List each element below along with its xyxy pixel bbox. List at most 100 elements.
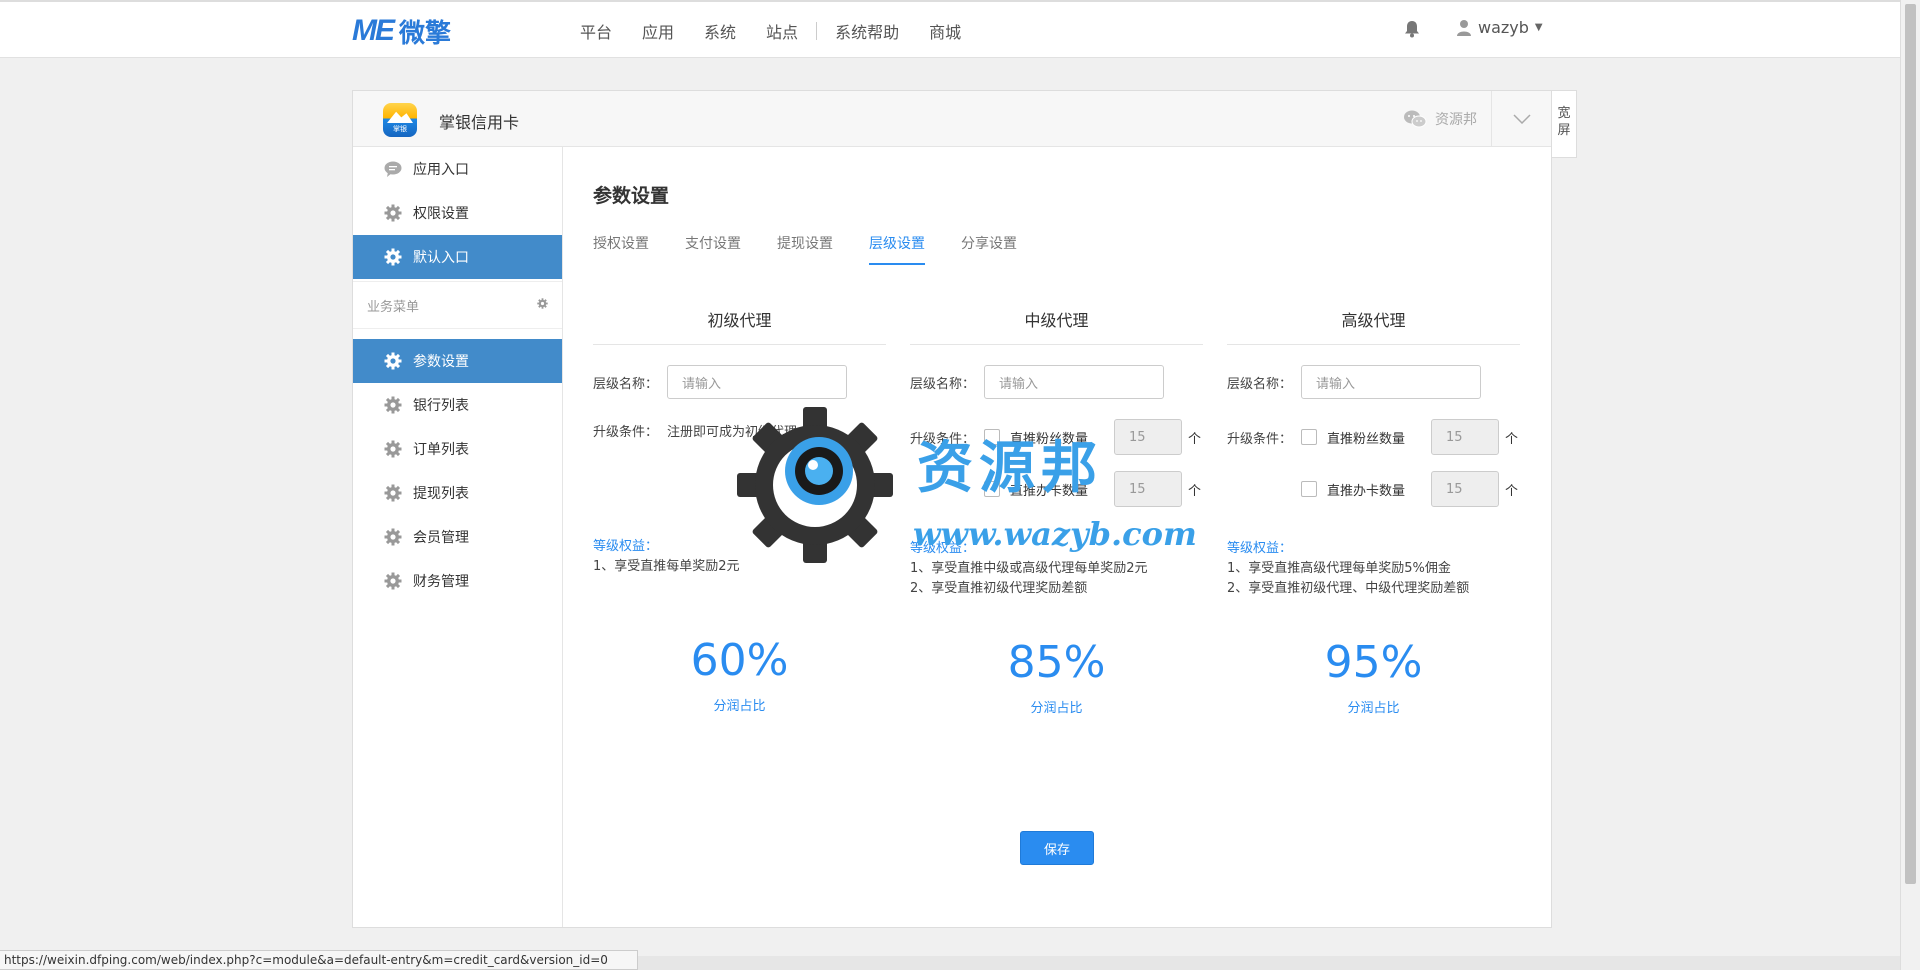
benefit-list: 1、享受直推中级或高级代理每单奖励2元 2、享受直推初级代理奖励差额 [910, 559, 1148, 599]
tab-share[interactable]: 分享设置 [961, 233, 1017, 265]
fans-checkbox[interactable] [1301, 429, 1317, 445]
scrollbar-thumb[interactable] [1905, 4, 1916, 884]
nav-site[interactable]: 站点 [766, 19, 798, 43]
benefit-item: 1、享受直推每单奖励2元 [593, 559, 740, 574]
gear-icon [383, 351, 403, 371]
nav-divider [816, 22, 818, 40]
level-name-input[interactable]: 请输入 [984, 365, 1164, 399]
benefit-list: 1、享受直推高级代理每单奖励5%佣金 2、享受直推初级代理、中级代理奖励差额 [1227, 559, 1469, 599]
chevron-down-icon [1512, 114, 1531, 124]
app-logo: 掌银 [383, 103, 417, 137]
sidebar-item-label: 提现列表 [413, 486, 469, 502]
gear-icon [383, 439, 403, 459]
we7-logo[interactable]: ME 微擎 [352, 14, 451, 49]
gear-icon [383, 247, 403, 267]
cards-label: 直推办卡数量 [1327, 483, 1406, 499]
share-percent: 95% [1324, 637, 1423, 688]
fans-label: 直推粉丝数量 [1327, 431, 1406, 447]
module-sidebar: 应用入口 权限设置 默认入口 业务菜单 参数设置 银行列表 订单列表 提现列表 … [353, 147, 563, 927]
bell-icon[interactable] [1404, 20, 1420, 38]
nav-store[interactable]: 商城 [929, 19, 961, 43]
field-label: 升级条件： [593, 425, 659, 440]
sidebar-item-orders[interactable]: 订单列表 [353, 427, 562, 471]
gear-icon [383, 483, 403, 503]
benefit-title: 等级权益： [593, 539, 659, 554]
sidebar-item-members[interactable]: 会员管理 [353, 515, 562, 559]
level-title: 高级代理 [1227, 307, 1520, 345]
tab-withdraw[interactable]: 提现设置 [777, 233, 833, 265]
logo-mark: ME [352, 14, 395, 47]
share-percent: 85% [1007, 637, 1106, 688]
field-label: 层级名称： [593, 376, 659, 392]
top-navbar: ME 微擎 平台 应用 系统 站点 系统帮助 商城 wazyb ▼ [0, 0, 1900, 58]
share-percent-label: 分润占比 [1030, 701, 1083, 716]
unit-label: 个 [1505, 483, 1519, 499]
gear-icon [383, 203, 403, 223]
watermark-gear-icon [737, 407, 893, 563]
fans-count-input[interactable]: 15 [1431, 419, 1499, 455]
username: wazyb [1478, 18, 1529, 37]
user-icon [1457, 19, 1471, 36]
field-label: 层级名称： [910, 376, 976, 392]
field-label: 层级名称： [1227, 376, 1293, 392]
unit-label: 个 [1505, 431, 1519, 447]
vertical-scrollbar[interactable] [1900, 0, 1920, 970]
cards-count-input[interactable]: 15 [1431, 471, 1499, 507]
nav-platform[interactable]: 平台 [580, 19, 612, 43]
sidebar-item-app-entry[interactable]: 应用入口 [353, 147, 562, 191]
account-name: 资源邦 [1435, 112, 1477, 128]
tab-auth[interactable]: 授权设置 [593, 233, 649, 265]
sidebar-item-banks[interactable]: 银行列表 [353, 383, 562, 427]
level-name-input[interactable]: 请输入 [1301, 365, 1481, 399]
sidebar-item-permissions[interactable]: 权限设置 [353, 191, 562, 235]
watermark: 资源邦 www.wazyb.com [735, 405, 1205, 565]
benefit-item: 2、享受直推初级代理奖励差额 [910, 581, 1088, 596]
collapse-toggle[interactable] [1491, 91, 1551, 147]
nav-help[interactable]: 系统帮助 [835, 19, 899, 43]
watermark-url: www.wazyb.com [913, 515, 1197, 553]
share-percent-label: 分润占比 [713, 699, 766, 714]
sidebar-item-finance[interactable]: 财务管理 [353, 559, 562, 603]
sidebar-item-label: 应用入口 [413, 162, 469, 178]
app-logo-tag: 掌银 [393, 125, 407, 133]
nav-system[interactable]: 系统 [704, 19, 736, 43]
gear-icon [383, 571, 403, 591]
gear-icon [383, 527, 403, 547]
level-name-input[interactable]: 请输入 [667, 365, 847, 399]
chat-icon [383, 159, 403, 179]
wide-screen-toggle[interactable]: 宽屏 [1552, 90, 1577, 158]
level-name-row: 层级名称： 请输入 [1227, 365, 1481, 399]
level-senior: 高级代理 层级名称： 请输入 升级条件： 直推粉丝数量 15 个 直推办卡数量 … [1227, 307, 1520, 767]
cards-checkbox[interactable] [1301, 481, 1317, 497]
gear-icon[interactable] [537, 297, 548, 313]
upgrade-fans-row: 升级条件： 直推粉丝数量 15 个 [1227, 419, 1518, 455]
benefit-item: 2、享受直推初级代理、中级代理奖励差额 [1227, 581, 1470, 596]
main-nav: 平台 应用 系统 站点 系统帮助 商城 [580, 2, 991, 60]
caret-down-icon: ▼ [1534, 22, 1543, 33]
tab-levels[interactable]: 层级设置 [869, 233, 925, 265]
sidebar-item-withdrawals[interactable]: 提现列表 [353, 471, 562, 515]
tab-payment[interactable]: 支付设置 [685, 233, 741, 265]
sidebar-item-label: 默认入口 [413, 250, 469, 266]
sidebar-item-label: 订单列表 [413, 442, 469, 458]
share-percent: 60% [690, 635, 789, 686]
user-menu[interactable]: wazyb ▼ [1456, 18, 1543, 37]
sidebar-item-label: 会员管理 [413, 530, 469, 546]
page-title: 参数设置 [593, 185, 670, 207]
benefit-item: 1、享受直推高级代理每单奖励5%佣金 [1227, 561, 1451, 576]
app-name: 掌银信用卡 [439, 113, 520, 132]
horizontal-scrollbar[interactable] [638, 956, 1900, 970]
upgrade-cards-row: 直推办卡数量 15 个 [1227, 471, 1518, 507]
panel-header: 掌银 掌银信用卡 资源邦 [353, 91, 1551, 147]
nav-apps[interactable]: 应用 [642, 19, 674, 43]
settings-tabs: 授权设置 支付设置 提现设置 层级设置 分享设置 [593, 233, 1053, 265]
sidebar-item-label: 参数设置 [413, 354, 469, 370]
sidebar-group-label: 业务菜单 [367, 299, 420, 315]
account-switcher[interactable]: 资源邦 [1403, 109, 1477, 129]
sidebar-item-params[interactable]: 参数设置 [353, 339, 562, 383]
save-button[interactable]: 保存 [1020, 831, 1094, 865]
status-bar-url: https://weixin.dfping.com/web/index.php?… [0, 950, 638, 970]
sidebar-group-business: 业务菜单 [353, 281, 562, 329]
logo-text: 微擎 [399, 18, 452, 49]
sidebar-item-default-entry[interactable]: 默认入口 [353, 235, 562, 279]
